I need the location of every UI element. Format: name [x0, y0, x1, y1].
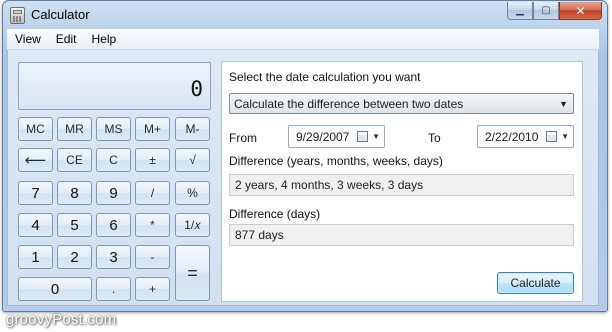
to-label: To	[428, 131, 441, 145]
maximize-icon: ▢	[541, 5, 551, 16]
menu-help[interactable]: Help	[83, 32, 123, 46]
memory-store-button[interactable]: MS	[96, 117, 131, 141]
difference-ymwd-label: Difference (years, months, weeks, days)	[229, 154, 443, 168]
chevron-down-icon: ▼	[561, 132, 569, 141]
difference-ymwd-value: 2 years, 4 months, 3 weeks, 3 days	[235, 178, 424, 192]
title-bar[interactable]: Calculator ▁ ▢ ✕	[3, 1, 607, 29]
negate-button[interactable]: ±	[135, 148, 170, 172]
decimal-button[interactable]: .	[96, 277, 131, 301]
percent-button[interactable]: %	[175, 181, 210, 205]
minimize-button[interactable]: ▁	[507, 2, 533, 20]
chevron-down-icon: ▼	[372, 132, 380, 141]
digit-9-button[interactable]: 9	[96, 181, 131, 205]
digit-6-button[interactable]: 6	[96, 213, 131, 237]
menu-view[interactable]: View	[7, 32, 48, 46]
dropdown-arrow-icon: ▼	[559, 99, 568, 109]
difference-days-value: 877 days	[235, 228, 284, 242]
divide-button[interactable]: /	[135, 181, 170, 205]
maximize-button[interactable]: ▢	[533, 2, 559, 20]
menu-bar: View Edit Help	[7, 29, 599, 50]
difference-ymwd-field[interactable]: 2 years, 4 months, 3 weeks, 3 days	[229, 174, 574, 196]
equals-button[interactable]: =	[175, 245, 210, 301]
calculation-mode-value: Calculate the difference between two dat…	[234, 96, 464, 111]
digit-0-button[interactable]: 0	[18, 277, 92, 301]
to-date-value: 2/22/2010	[485, 129, 539, 144]
menu-edit[interactable]: Edit	[48, 32, 84, 46]
window-title: Calculator	[31, 7, 90, 22]
reciprocal-button[interactable]: 1/𝑥	[175, 213, 210, 237]
minimize-icon: ▁	[516, 5, 524, 16]
memory-clear-button[interactable]: MC	[18, 117, 53, 141]
calendar-icon	[357, 131, 368, 142]
from-date-value: 9/29/2007	[296, 129, 350, 144]
display-value: 0	[190, 77, 203, 101]
memory-subtract-button[interactable]: M-	[175, 117, 210, 141]
subtract-button[interactable]: -	[135, 245, 170, 269]
from-label: From	[229, 131, 257, 145]
digit-4-button[interactable]: 4	[18, 213, 53, 237]
calculation-mode-dropdown[interactable]: Calculate the difference between two dat…	[229, 93, 574, 114]
from-date-picker[interactable]: 9/29/2007 ▼	[288, 125, 385, 148]
digit-5-button[interactable]: 5	[57, 213, 92, 237]
clear-entry-button[interactable]: CE	[57, 148, 92, 172]
square-root-button[interactable]: √	[175, 148, 210, 172]
calendar-icon	[546, 131, 557, 142]
digit-8-button[interactable]: 8	[57, 181, 92, 205]
multiply-button[interactable]: *	[135, 213, 170, 237]
to-date-picker[interactable]: 2/22/2010 ▼	[477, 125, 574, 148]
difference-days-field[interactable]: 877 days	[229, 224, 574, 246]
difference-days-label: Difference (days)	[229, 207, 321, 221]
backspace-button[interactable]: ⟵	[18, 148, 53, 172]
calculator-display: 0	[18, 62, 211, 110]
watermark: groovyPost.com	[6, 311, 117, 328]
clear-button[interactable]: C	[96, 148, 131, 172]
memory-recall-button[interactable]: MR	[57, 117, 92, 141]
memory-add-button[interactable]: M+	[135, 117, 170, 141]
close-icon: ✕	[575, 3, 586, 18]
calculator-app-icon	[10, 7, 25, 24]
digit-7-button[interactable]: 7	[18, 181, 53, 205]
digit-3-button[interactable]: 3	[96, 245, 131, 269]
digit-1-button[interactable]: 1	[18, 245, 53, 269]
calculate-button[interactable]: Calculate	[497, 272, 574, 294]
date-calculation-prompt: Select the date calculation you want	[229, 70, 421, 84]
close-button[interactable]: ✕	[559, 2, 602, 20]
add-button[interactable]: +	[135, 277, 170, 301]
digit-2-button[interactable]: 2	[57, 245, 92, 269]
